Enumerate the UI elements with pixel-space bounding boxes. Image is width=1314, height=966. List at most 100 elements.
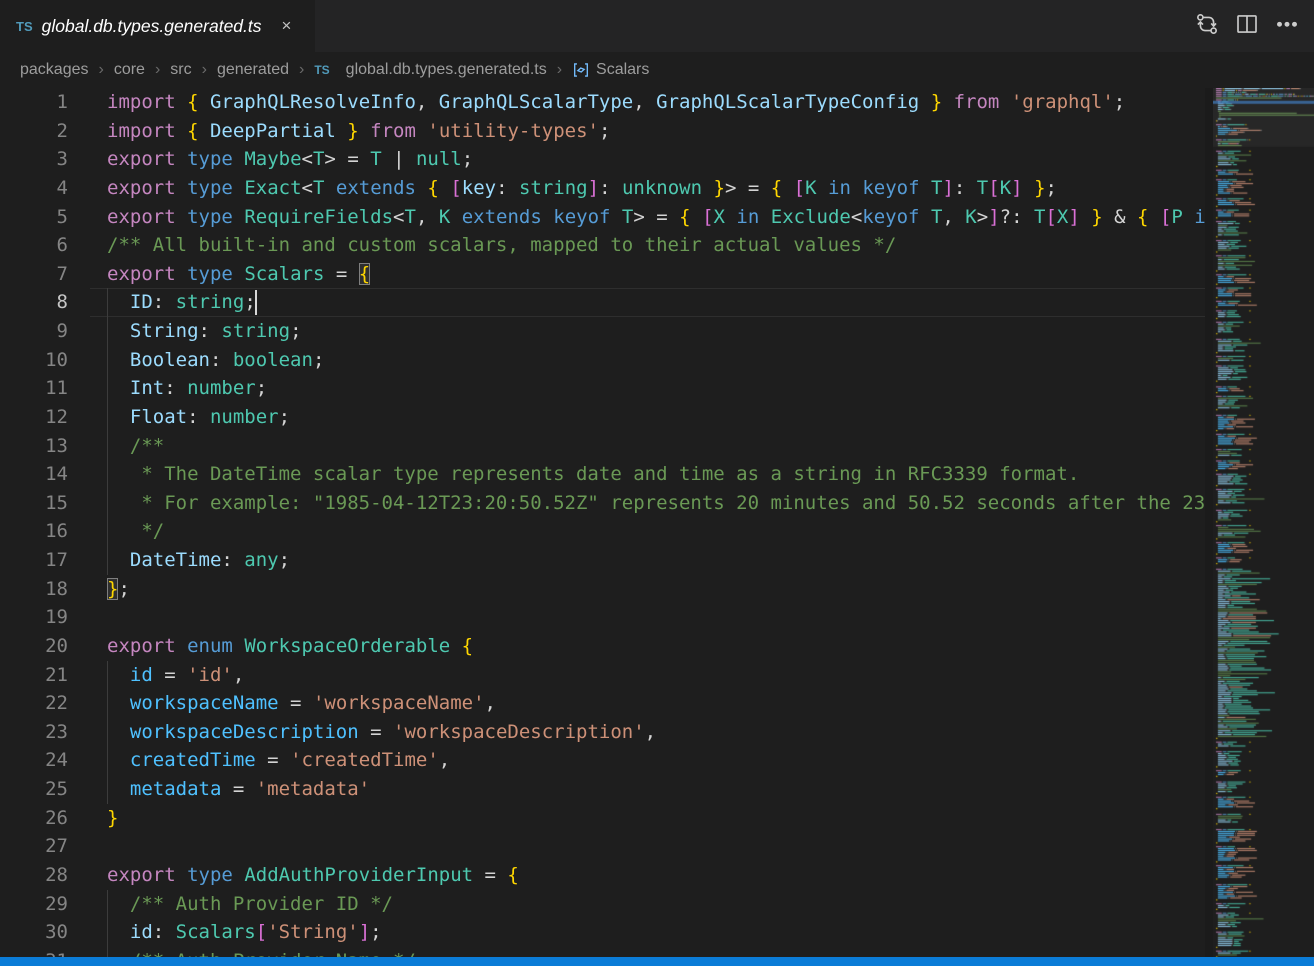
- code-line-text: */: [68, 517, 164, 546]
- breadcrumb-file[interactable]: TS global.db.types.generated.ts: [312, 61, 548, 79]
- code-line[interactable]: 18};: [0, 575, 1205, 604]
- line-number: 28: [0, 861, 68, 890]
- line-number: 2: [0, 117, 68, 146]
- code-line[interactable]: 8 ID: string;: [0, 288, 1205, 317]
- code-line[interactable]: 30 id: Scalars['String'];: [0, 918, 1205, 947]
- code-line-text: /** All built-in and custom scalars, map…: [68, 231, 896, 260]
- code-line[interactable]: 2import { DeepPartial } from 'utility-ty…: [0, 117, 1205, 146]
- line-number: 8: [0, 288, 68, 317]
- code-line[interactable]: 9 String: string;: [0, 317, 1205, 346]
- breadcrumb-symbol-label: Scalars: [596, 61, 649, 79]
- line-number: 17: [0, 546, 68, 575]
- breadcrumb-symbol[interactable]: Scalars: [570, 61, 651, 79]
- breadcrumb-folder-core[interactable]: core: [112, 61, 147, 79]
- open-changes-icon: [1195, 12, 1219, 41]
- code-line-text: /** Auth Provider ID */: [68, 890, 393, 919]
- breadcrumb-folder-packages[interactable]: packages: [18, 61, 91, 79]
- code-line-text: workspaceName = 'workspaceName',: [68, 689, 496, 718]
- code-line-text: ID: string;: [68, 288, 256, 317]
- split-editor-icon: [1235, 12, 1259, 41]
- code-line[interactable]: 26}: [0, 804, 1205, 833]
- split-editor-button[interactable]: [1232, 11, 1262, 41]
- code-line-text: * The DateTime scalar type represents da…: [68, 460, 1079, 489]
- code-line[interactable]: 10 Boolean: boolean;: [0, 346, 1205, 375]
- line-number: 25: [0, 775, 68, 804]
- code-line-text: import { GraphQLResolveInfo, GraphQLScal…: [68, 88, 1125, 117]
- code-line-text: export type AddAuthProviderInput = {: [68, 861, 519, 890]
- typescript-file-icon: TS: [314, 63, 329, 77]
- code-line-text: export type Maybe<T> = T | null;: [68, 145, 473, 174]
- code-line[interactable]: 20export enum WorkspaceOrderable {: [0, 632, 1205, 661]
- line-number: 20: [0, 632, 68, 661]
- code-line[interactable]: 16 */: [0, 517, 1205, 546]
- code-line-text: };: [68, 575, 130, 604]
- line-number: 31: [0, 947, 68, 957]
- line-number: 12: [0, 403, 68, 432]
- code-line-text: DateTime: any;: [68, 546, 290, 575]
- more-actions-button[interactable]: [1272, 11, 1302, 41]
- code-line[interactable]: 7export type Scalars = {: [0, 260, 1205, 289]
- line-number: 27: [0, 832, 68, 861]
- line-number: 21: [0, 661, 68, 690]
- minimap[interactable]: [1213, 88, 1314, 957]
- symbol-field-icon: [572, 61, 590, 79]
- code-line[interactable]: 17 DateTime: any;: [0, 546, 1205, 575]
- code-line-text: * For example: "1985-04-12T23:20:50.52Z"…: [68, 489, 1205, 518]
- code-line[interactable]: 24 createdTime = 'createdTime',: [0, 746, 1205, 775]
- line-number: 9: [0, 317, 68, 346]
- code-line-text: workspaceDescription = 'workspaceDescrip…: [68, 718, 656, 747]
- breadcrumb-folder-generated[interactable]: generated: [215, 61, 291, 79]
- minimap-canvas[interactable]: [1213, 88, 1314, 957]
- editor-pane: 1import { GraphQLResolveInfo, GraphQLSca…: [0, 88, 1314, 957]
- line-number: 26: [0, 804, 68, 833]
- scrollbar-track[interactable]: [1205, 88, 1213, 957]
- code-line[interactable]: 29 /** Auth Provider ID */: [0, 890, 1205, 919]
- code-line-text: export type Scalars = {: [68, 260, 370, 289]
- code-line-text: /** Auth Provider Name */: [68, 947, 416, 957]
- code-line[interactable]: 5export type RequireFields<T, K extends …: [0, 203, 1205, 232]
- code-line[interactable]: 15 * For example: "1985-04-12T23:20:50.5…: [0, 489, 1205, 518]
- line-number: 3: [0, 145, 68, 174]
- code-line[interactable]: 27: [0, 832, 1205, 861]
- code-line[interactable]: 3export type Maybe<T> = T | null;: [0, 145, 1205, 174]
- line-number: 14: [0, 460, 68, 489]
- code-line[interactable]: 23 workspaceDescription = 'workspaceDesc…: [0, 718, 1205, 747]
- code-line[interactable]: 21 id = 'id',: [0, 661, 1205, 690]
- line-number: 11: [0, 374, 68, 403]
- code-line[interactable]: 28export type AddAuthProviderInput = {: [0, 861, 1205, 890]
- tab-title: global.db.types.generated.ts: [42, 16, 262, 37]
- breadcrumb-separator: ›: [549, 61, 570, 79]
- tab-global-db-types[interactable]: TS global.db.types.generated.ts ×: [0, 0, 315, 52]
- code-line[interactable]: 31 /** Auth Provider Name */: [0, 947, 1205, 957]
- code-line[interactable]: 12 Float: number;: [0, 403, 1205, 432]
- code-line-text: id = 'id',: [68, 661, 244, 690]
- line-number: 19: [0, 603, 68, 632]
- code-line-text: export type Exact<T extends { [key: stri…: [68, 174, 1057, 203]
- code-line[interactable]: 6/** All built-in and custom scalars, ma…: [0, 231, 1205, 260]
- line-number: 23: [0, 718, 68, 747]
- code-line[interactable]: 14 * The DateTime scalar type represents…: [0, 460, 1205, 489]
- code-line[interactable]: 1import { GraphQLResolveInfo, GraphQLSca…: [0, 88, 1205, 117]
- code-line-text: Boolean: boolean;: [68, 346, 324, 375]
- code-line-text: id: Scalars['String'];: [68, 918, 382, 947]
- code-line-text: String: string;: [68, 317, 302, 346]
- line-number: 4: [0, 174, 68, 203]
- code-line[interactable]: 19: [0, 603, 1205, 632]
- line-number: 6: [0, 231, 68, 260]
- line-number: 22: [0, 689, 68, 718]
- breadcrumb-separator: ›: [91, 61, 112, 79]
- line-number: 29: [0, 890, 68, 919]
- code-area[interactable]: 1import { GraphQLResolveInfo, GraphQLSca…: [0, 88, 1205, 957]
- tab-bar: TS global.db.types.generated.ts ×: [0, 0, 1314, 52]
- open-changes-button[interactable]: [1192, 11, 1222, 41]
- breadcrumb-file-name: global.db.types.generated.ts: [346, 61, 547, 79]
- tab-close-icon[interactable]: ×: [278, 14, 296, 38]
- breadcrumb-folder-src[interactable]: src: [168, 61, 193, 79]
- code-line[interactable]: 22 workspaceName = 'workspaceName',: [0, 689, 1205, 718]
- code-line[interactable]: 25 metadata = 'metadata': [0, 775, 1205, 804]
- code-line-text: createdTime = 'createdTime',: [68, 746, 450, 775]
- line-number: 30: [0, 918, 68, 947]
- code-line[interactable]: 13 /**: [0, 432, 1205, 461]
- code-line[interactable]: 11 Int: number;: [0, 374, 1205, 403]
- code-line[interactable]: 4export type Exact<T extends { [key: str…: [0, 174, 1205, 203]
